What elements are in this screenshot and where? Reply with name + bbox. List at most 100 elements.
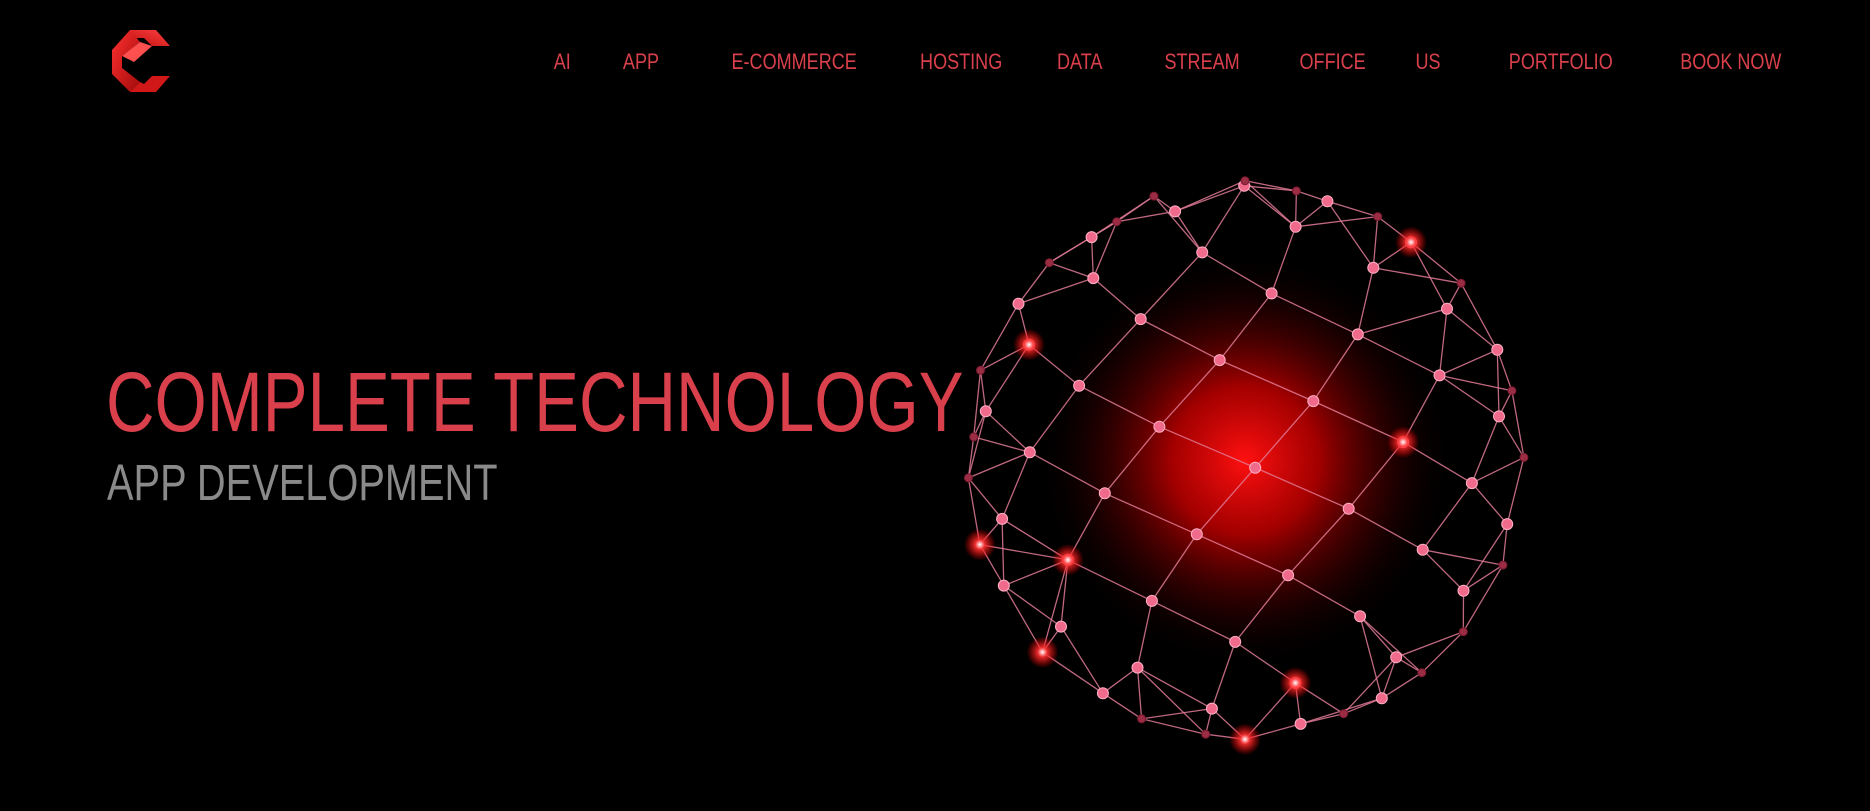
- globe-link: [1174, 185, 1245, 213]
- globe-link: [1090, 237, 1094, 279]
- globe-link: [1438, 308, 1448, 376]
- globe-node: [969, 432, 979, 442]
- globe-node: [1342, 502, 1355, 515]
- globe-node: [1493, 410, 1505, 423]
- globe-node: [1416, 543, 1429, 556]
- globe-node: [1375, 692, 1388, 705]
- globe-spark: [1387, 426, 1420, 459]
- globe-node: [1265, 287, 1278, 300]
- globe-link: [1343, 656, 1397, 715]
- globe-node: [1112, 217, 1122, 227]
- globe-link: [973, 370, 982, 437]
- globe-link: [1460, 282, 1498, 351]
- globe-link: [1174, 180, 1246, 212]
- globe-link: [1174, 211, 1203, 253]
- network-globe-icon: [963, 176, 1529, 756]
- globe-link: [1496, 349, 1500, 417]
- globe-node: [1351, 328, 1364, 341]
- globe-link: [1018, 277, 1094, 305]
- globe-node: [1012, 297, 1025, 310]
- nav-item-office[interactable]: OFFICE: [1299, 46, 1365, 78]
- globe-link: [1244, 180, 1297, 228]
- globe-link: [979, 370, 987, 412]
- globe-link: [1471, 416, 1500, 484]
- c-ribbon-logo-icon[interactable]: [110, 28, 172, 94]
- globe-node: [1190, 528, 1203, 541]
- globe-node: [1145, 594, 1158, 607]
- nav-item-portfolio[interactable]: PORTFOLIO: [1509, 46, 1613, 78]
- page: AI APP E-COMMERCE HOSTING DATA STREAM OF…: [0, 0, 1870, 811]
- globe-node: [1367, 261, 1380, 274]
- globe-node: [1433, 369, 1446, 382]
- globe-link: [1244, 185, 1297, 192]
- globe-node: [1456, 278, 1466, 288]
- globe-node: [1249, 461, 1262, 474]
- globe-link: [1446, 308, 1498, 351]
- globe-node: [1307, 395, 1320, 408]
- nav-item-stream[interactable]: STREAM: [1164, 46, 1239, 78]
- globe-link: [1244, 180, 1297, 192]
- globe-node: [1205, 702, 1218, 715]
- nav-item-us[interactable]: US: [1416, 46, 1441, 78]
- globe-node: [1441, 302, 1453, 315]
- globe-node: [1390, 651, 1403, 664]
- globe-link: [1003, 585, 1062, 628]
- globe-link: [1141, 718, 1206, 735]
- nav-item-e-commerce[interactable]: E-COMMERCE: [732, 46, 857, 78]
- globe-node: [996, 512, 1009, 525]
- globe-link: [1137, 667, 1207, 735]
- nav-item-app[interactable]: APP: [623, 46, 659, 78]
- globe-link: [1295, 215, 1378, 228]
- globe-node: [1498, 560, 1508, 570]
- globe-node: [1073, 379, 1086, 392]
- globe-spark: [1026, 636, 1059, 669]
- globe-link: [1343, 697, 1383, 715]
- globe-link: [967, 477, 1003, 520]
- globe-node: [1137, 714, 1147, 724]
- globe-node: [1339, 709, 1349, 719]
- globe-link: [1496, 349, 1513, 392]
- globe-link: [1102, 667, 1138, 694]
- globe-link: [1373, 267, 1462, 284]
- nav-item-hosting[interactable]: HOSTING: [920, 46, 1002, 78]
- globe-node: [1321, 195, 1334, 208]
- globe-link: [1372, 216, 1379, 268]
- globe-link: [1421, 631, 1464, 674]
- nav-item-data[interactable]: DATA: [1057, 46, 1102, 78]
- globe-node: [1417, 668, 1427, 678]
- globe-node: [1201, 729, 1211, 739]
- globe-link: [1049, 262, 1094, 279]
- globe-link: [1137, 667, 1213, 710]
- globe-node: [1465, 477, 1478, 490]
- globe-node: [1373, 212, 1383, 222]
- globe-node: [1196, 246, 1209, 259]
- globe-link: [1092, 221, 1118, 279]
- globe-link: [1462, 523, 1508, 592]
- globe-node: [1055, 620, 1067, 633]
- globe-node: [979, 405, 992, 418]
- globe-node: [1044, 258, 1054, 268]
- globe-link: [1471, 482, 1508, 525]
- globe-link: [1462, 564, 1504, 633]
- nav-item-ai[interactable]: AI: [553, 46, 570, 78]
- nav-item-book-now[interactable]: BOOK NOW: [1680, 46, 1781, 78]
- globe-link: [1395, 631, 1464, 658]
- globe-link: [1001, 518, 1005, 586]
- globe-link: [1136, 667, 1143, 719]
- globe-node: [1098, 487, 1111, 500]
- globe-spark: [1051, 543, 1084, 576]
- globe-node: [1213, 354, 1226, 367]
- globe-node: [1294, 717, 1307, 730]
- globe-link: [967, 436, 975, 478]
- globe-node: [1169, 205, 1182, 218]
- globe-link: [1141, 707, 1212, 720]
- globe-node: [1240, 176, 1250, 186]
- globe-node: [1229, 635, 1242, 648]
- globe-link: [1506, 457, 1525, 525]
- globe-node: [1291, 186, 1301, 196]
- globe-link: [1381, 672, 1423, 699]
- globe-node: [1085, 231, 1098, 244]
- globe-spark: [1013, 328, 1045, 361]
- globe-link: [1326, 200, 1374, 269]
- globe-link: [1463, 564, 1504, 592]
